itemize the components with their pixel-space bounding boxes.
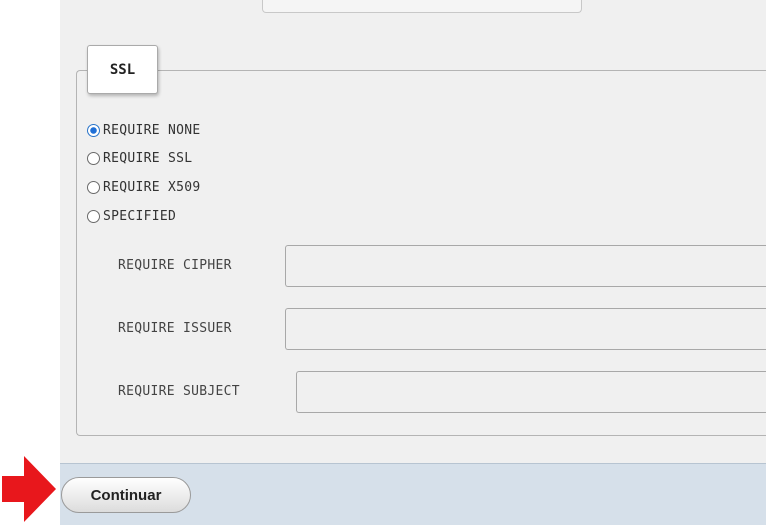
radio-label: SPECIFIED [103,208,177,224]
radio-specified[interactable]: SPECIFIED [87,206,176,226]
radio-label: REQUIRE SSL [103,150,193,166]
radio-require-none[interactable]: REQUIRE NONE [87,120,201,140]
require-cipher-input[interactable] [285,245,766,287]
radio-label: REQUIRE NONE [103,122,201,138]
top-input-field[interactable] [262,0,582,13]
radio-button[interactable] [87,123,100,137]
radio-button[interactable] [87,209,100,223]
ssl-legend: SSL [87,45,158,94]
require-issuer-label: REQUIRE ISSUER [118,321,232,336]
red-arrow-icon [2,456,56,522]
require-cipher-label: REQUIRE CIPHER [118,258,232,273]
radio-button[interactable] [87,180,100,194]
require-issuer-input[interactable] [285,308,766,350]
ssl-legend-label: SSL [109,61,136,78]
require-subject-input[interactable] [296,371,766,413]
radio-require-ssl[interactable]: REQUIRE SSL [87,148,192,168]
radio-label: REQUIRE X509 [103,179,201,195]
radio-require-x509[interactable]: REQUIRE X509 [87,177,201,197]
radio-button[interactable] [87,151,100,165]
require-subject-label: REQUIRE SUBJECT [118,384,240,399]
ssl-panel: SSL REQUIRE NONE REQUIRE SSL REQUIRE X50… [60,0,766,463]
continue-button[interactable]: Continuar [61,477,191,513]
